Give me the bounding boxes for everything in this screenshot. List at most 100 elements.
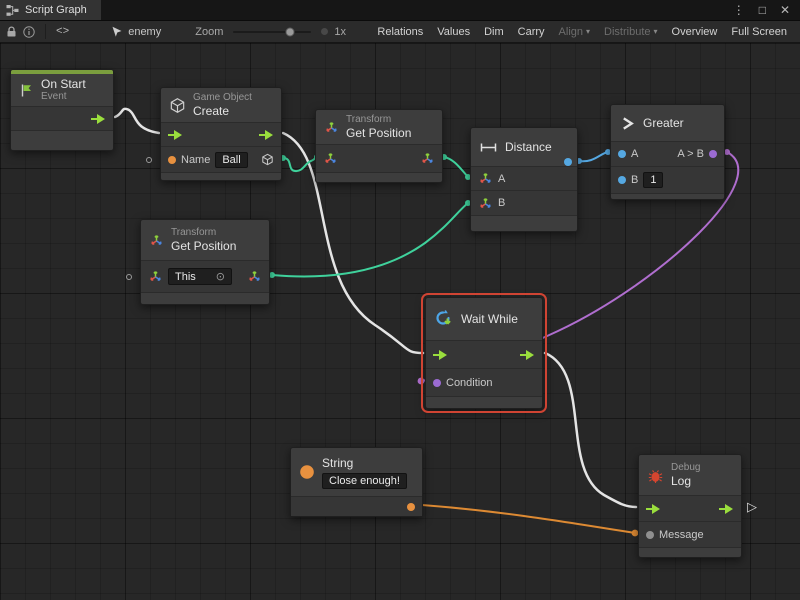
wire-getposition-to-distance-b[interactable] [272, 203, 468, 276]
greater-icon [619, 115, 636, 132]
zoom-scale-label: 1x [334, 26, 346, 38]
string-value-field[interactable]: Close enough! [322, 473, 407, 489]
position-output-port[interactable] [420, 151, 435, 166]
overview-button[interactable]: Overview [665, 21, 725, 42]
wait-clock-icon [434, 309, 454, 329]
carry-button[interactable]: Carry [511, 21, 552, 42]
flow-output-port[interactable] [719, 504, 734, 514]
game-object-output-port[interactable] [261, 153, 274, 166]
node-title: Distance [505, 140, 552, 154]
node-greater[interactable]: Greater A A > B B 1 [610, 104, 725, 200]
chevron-down-icon: ▾ [586, 27, 590, 36]
input-port-b[interactable] [618, 176, 626, 184]
string-output-port[interactable] [407, 503, 415, 511]
chevron-down-icon: ▾ [654, 27, 658, 36]
port-label-message: Message [659, 529, 704, 541]
wire-onstart-to-create[interactable] [115, 109, 159, 133]
dim-button[interactable]: Dim [477, 21, 511, 42]
this-value-field[interactable]: This ⊙ [168, 268, 232, 285]
tab-script-graph[interactable]: Script Graph [0, 0, 101, 20]
unconnected-port-indicator [126, 274, 132, 280]
flag-icon [19, 83, 34, 98]
cube-icon [169, 97, 186, 114]
result-output-port[interactable] [709, 150, 717, 158]
node-distance[interactable]: Distance A B [470, 127, 578, 232]
wire-string-to-message[interactable] [422, 505, 635, 533]
window-maximize-icon[interactable]: □ [759, 3, 766, 17]
node-footer [141, 292, 269, 304]
node-category: Transform [346, 114, 411, 126]
relations-button[interactable]: Relations [370, 21, 430, 42]
object-picker-icon[interactable]: ⊙ [216, 270, 225, 283]
port-label-name: Name [181, 154, 210, 166]
name-value-field[interactable]: Ball [215, 152, 247, 168]
flow-continuation-icon: ▷ [747, 499, 757, 515]
lock-icon[interactable] [6, 26, 17, 38]
graph-name-label: enemy [128, 26, 161, 38]
zoom-label: Zoom [195, 26, 223, 38]
flow-input-port[interactable] [433, 350, 448, 360]
wire-getposition-to-distance-a[interactable] [444, 157, 468, 177]
transform-input-port[interactable] [323, 151, 338, 166]
condition-input-port[interactable] [433, 379, 441, 387]
b-value-field[interactable]: 1 [643, 172, 663, 188]
zoom-slider-handle[interactable] [285, 27, 294, 36]
wire-waitwhile-to-log[interactable] [545, 353, 636, 507]
node-get-position-top[interactable]: Transform Get Position [315, 109, 443, 183]
node-title: Log [671, 474, 700, 488]
node-debug-log[interactable]: Debug Log Message [638, 454, 742, 558]
node-subtitle: Event [41, 91, 86, 103]
name-input-port[interactable] [168, 156, 176, 164]
message-input-port[interactable] [646, 531, 654, 539]
transform-input-port[interactable] [148, 269, 163, 284]
values-button[interactable]: Values [430, 21, 477, 42]
window-menu-icon[interactable]: ⋮ [733, 3, 745, 17]
flow-input-port[interactable] [646, 504, 661, 514]
string-icon [299, 464, 315, 480]
port-label-a: A [631, 148, 638, 160]
node-footer [161, 172, 281, 180]
fullscreen-button[interactable]: Full Screen [724, 21, 794, 42]
zoom-reset-dot[interactable] [321, 28, 328, 35]
node-footer [426, 396, 542, 408]
flow-output-port[interactable] [91, 114, 106, 124]
flow-output-port[interactable] [520, 350, 535, 360]
graph-canvas[interactable]: On Start Event Game Object Create [0, 43, 800, 600]
distribute-button[interactable]: Distribute▾ [597, 21, 664, 42]
node-title: Greater [643, 116, 684, 130]
window-titlebar: Script Graph ⋮ □ ✕ [0, 0, 800, 21]
ruler-icon [479, 141, 498, 154]
node-game-object-create[interactable]: Game Object Create Name Ball [160, 87, 282, 181]
this-value: This [175, 271, 196, 283]
transform-icon [478, 171, 493, 186]
script-graph-window: Script Graph ⋮ □ ✕ <> enemy Zoom 1x Rela… [0, 0, 800, 600]
unconnected-port-indicator [146, 157, 152, 163]
node-title: String [322, 456, 407, 470]
position-output-port[interactable] [247, 269, 262, 284]
flow-output-port[interactable] [259, 130, 274, 140]
graph-toolbar: <> enemy Zoom 1x Relations Values Dim Ca… [0, 21, 800, 43]
transform-icon [149, 233, 164, 248]
node-string[interactable]: String Close enough! [290, 447, 423, 517]
wire-create-to-getposition[interactable] [283, 157, 317, 171]
code-icon[interactable]: <> [56, 26, 69, 38]
blue-wire-endpoints [576, 149, 611, 164]
toolbar-divider [45, 24, 46, 39]
node-wait-while[interactable]: Wait While Condition [425, 297, 543, 409]
distance-output-port[interactable] [564, 158, 572, 166]
node-category: Debug [671, 462, 700, 474]
node-on-start-event[interactable]: On Start Event [10, 69, 114, 151]
align-button[interactable]: Align▾ [552, 21, 597, 42]
transform-icon [324, 120, 339, 135]
node-category: Transform [171, 227, 236, 239]
port-label-b: B [631, 174, 638, 186]
node-footer [11, 130, 113, 150]
flow-input-port[interactable] [168, 130, 183, 140]
input-port-a[interactable] [618, 150, 626, 158]
transform-icon [478, 196, 493, 211]
info-icon[interactable] [23, 26, 35, 38]
wire-distance-to-greater[interactable] [579, 152, 608, 161]
node-get-position-left[interactable]: Transform Get Position This ⊙ [140, 219, 270, 305]
zoom-slider[interactable] [233, 31, 311, 33]
window-close-icon[interactable]: ✕ [780, 3, 790, 17]
